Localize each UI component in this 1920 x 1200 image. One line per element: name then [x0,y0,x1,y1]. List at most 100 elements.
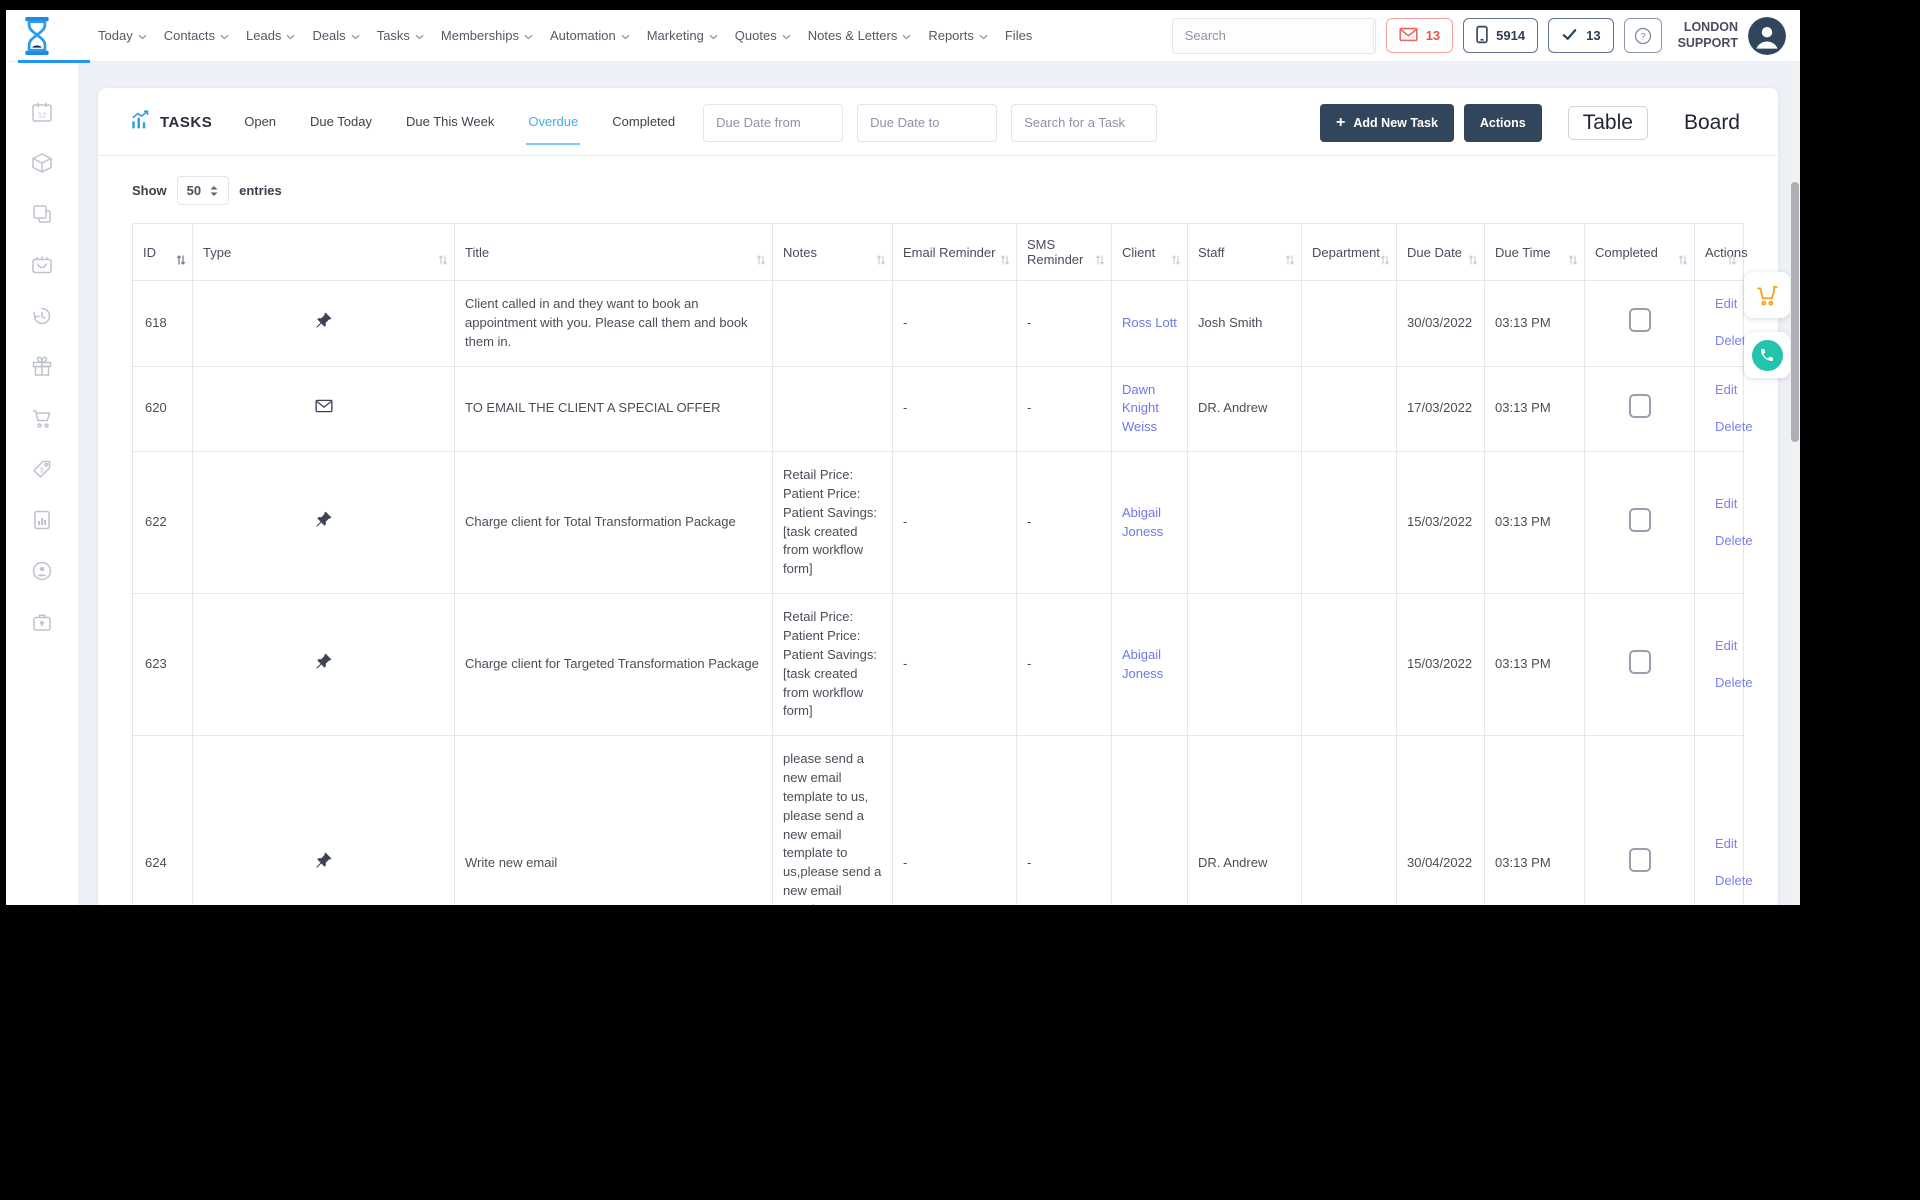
sort-icon[interactable] [756,254,766,266]
search-icon[interactable] [1372,18,1375,53]
column-header[interactable]: Actions [1694,223,1748,281]
actions-button[interactable]: Actions [1463,103,1542,142]
client-link[interactable]: Abigail Joness [1122,647,1163,681]
copy-icon[interactable] [30,202,54,226]
completed-checkbox[interactable] [1628,507,1651,532]
column-header[interactable]: Email Reminder [892,223,1017,281]
phone-icon [1476,25,1488,47]
cart-icon[interactable] [30,406,54,430]
delete-button[interactable]: Delete [1709,418,1753,437]
page-size-select[interactable]: 50 [176,176,230,205]
menu-item[interactable]: Memberships [441,28,533,43]
floating-cart-button[interactable] [1744,272,1790,318]
tag-icon[interactable]: $ [30,457,54,481]
menu-item[interactable]: Deals [312,28,360,43]
cube-icon[interactable] [30,151,54,175]
menu-item[interactable]: Marketing [647,28,718,43]
history-icon[interactable] [30,304,54,328]
menu-item[interactable]: Today [98,28,147,43]
menu-item[interactable]: Notes & Letters [808,28,912,43]
edit-button[interactable]: Edit [1709,495,1737,514]
account-name[interactable]: LONDON SUPPORT [1678,20,1738,51]
client-link[interactable]: Ross Lott [1122,315,1177,330]
delete-button[interactable]: Delete [1709,872,1753,891]
gift-icon[interactable] [30,355,54,379]
column-header[interactable]: Due Time [1484,223,1585,281]
support-icon[interactable] [30,559,54,583]
sort-icon[interactable] [1678,254,1688,266]
client-link[interactable]: Abigail Joness [1122,505,1163,539]
menu-item[interactable]: Tasks [377,28,424,43]
report-icon[interactable] [30,508,54,532]
sort-icon[interactable] [1171,254,1181,266]
tab[interactable]: Due This Week [404,100,496,145]
delete-button[interactable]: Delete [1709,674,1753,693]
sort-icon[interactable] [1285,254,1295,266]
column-header[interactable]: Department [1301,223,1397,281]
edit-button[interactable]: Edit [1709,637,1737,656]
column-header[interactable]: Notes [772,223,893,281]
sort-icon[interactable] [1095,254,1105,266]
column-header[interactable]: Title [454,223,773,281]
floating-whatsapp-button[interactable] [1744,332,1790,378]
vertical-scrollbar[interactable] [1790,62,1800,905]
completed-checkbox[interactable] [1628,649,1651,674]
tab[interactable]: Due Today [308,100,374,145]
app-logo-hourglass-icon[interactable] [20,14,54,58]
avatar[interactable] [1748,16,1786,55]
column-header[interactable]: Completed [1584,223,1695,281]
client-link[interactable]: Dawn Knight Weiss [1122,382,1159,435]
menu-item[interactable]: Quotes [735,28,791,43]
completed-checkbox[interactable] [1628,308,1651,333]
sort-icon[interactable] [1000,254,1010,266]
menu-item[interactable]: Reports [928,28,988,43]
chevron-down-icon [782,34,791,40]
lockcase-icon[interactable] [30,610,54,634]
sort-icon[interactable] [1380,254,1390,266]
task-filter-tabs: Open Due Today Due This Week Overdue Com… [242,100,677,145]
add-new-task-button[interactable]: + Add New Task [1320,103,1454,142]
tasks-badge[interactable]: 13 [1548,18,1614,53]
menu-item[interactable]: Contacts [164,28,229,43]
task-search-input[interactable] [1011,103,1158,142]
scrollbar-thumb[interactable] [1791,182,1799,442]
sort-icon[interactable] [1568,254,1578,266]
menu-item[interactable]: Files [1005,28,1032,43]
chevron-down-icon [979,34,988,40]
calendar-icon[interactable]: 12 [30,100,54,124]
completed-checkbox[interactable] [1628,393,1651,418]
tab[interactable]: Overdue [526,100,581,145]
sort-icon[interactable] [438,254,448,266]
till-icon[interactable] [30,253,54,277]
column-header[interactable]: Staff [1187,223,1302,281]
due-date-to-input[interactable] [857,103,998,142]
tab[interactable]: Open [242,100,278,145]
edit-button[interactable]: Edit [1709,835,1737,854]
delete-button[interactable]: Delete [1709,532,1753,551]
tab[interactable]: Completed [610,100,677,145]
delete-button[interactable]: Delete [1709,332,1753,351]
completed-checkbox[interactable] [1628,848,1651,873]
due-date-from-input[interactable] [703,103,844,142]
column-header[interactable]: Type [192,223,455,281]
sort-icon[interactable] [876,254,886,266]
email-notifications-badge[interactable]: 13 [1385,18,1454,53]
table-view-button[interactable]: Table [1567,105,1648,140]
column-header[interactable]: ID [132,223,193,281]
column-header[interactable]: SMS Reminder [1016,223,1112,281]
sort-icon[interactable] [176,254,186,266]
edit-button[interactable]: Edit [1709,381,1737,400]
menu-item[interactable]: Automation [550,28,630,43]
sort-icon[interactable] [1727,254,1737,266]
chevron-down-icon [286,34,295,40]
menu-item[interactable]: Leads [246,28,295,43]
edit-button[interactable]: Edit [1709,295,1737,314]
column-header[interactable]: Client [1111,223,1188,281]
search-input[interactable] [1172,28,1373,43]
pushpin-icon [315,511,332,531]
column-header[interactable]: Due Date [1396,223,1485,281]
board-view-button[interactable]: Board [1670,107,1754,139]
help-icon[interactable]: ? [1623,18,1662,53]
sort-icon[interactable] [1468,254,1478,266]
calls-badge[interactable]: 5914 [1463,18,1539,53]
